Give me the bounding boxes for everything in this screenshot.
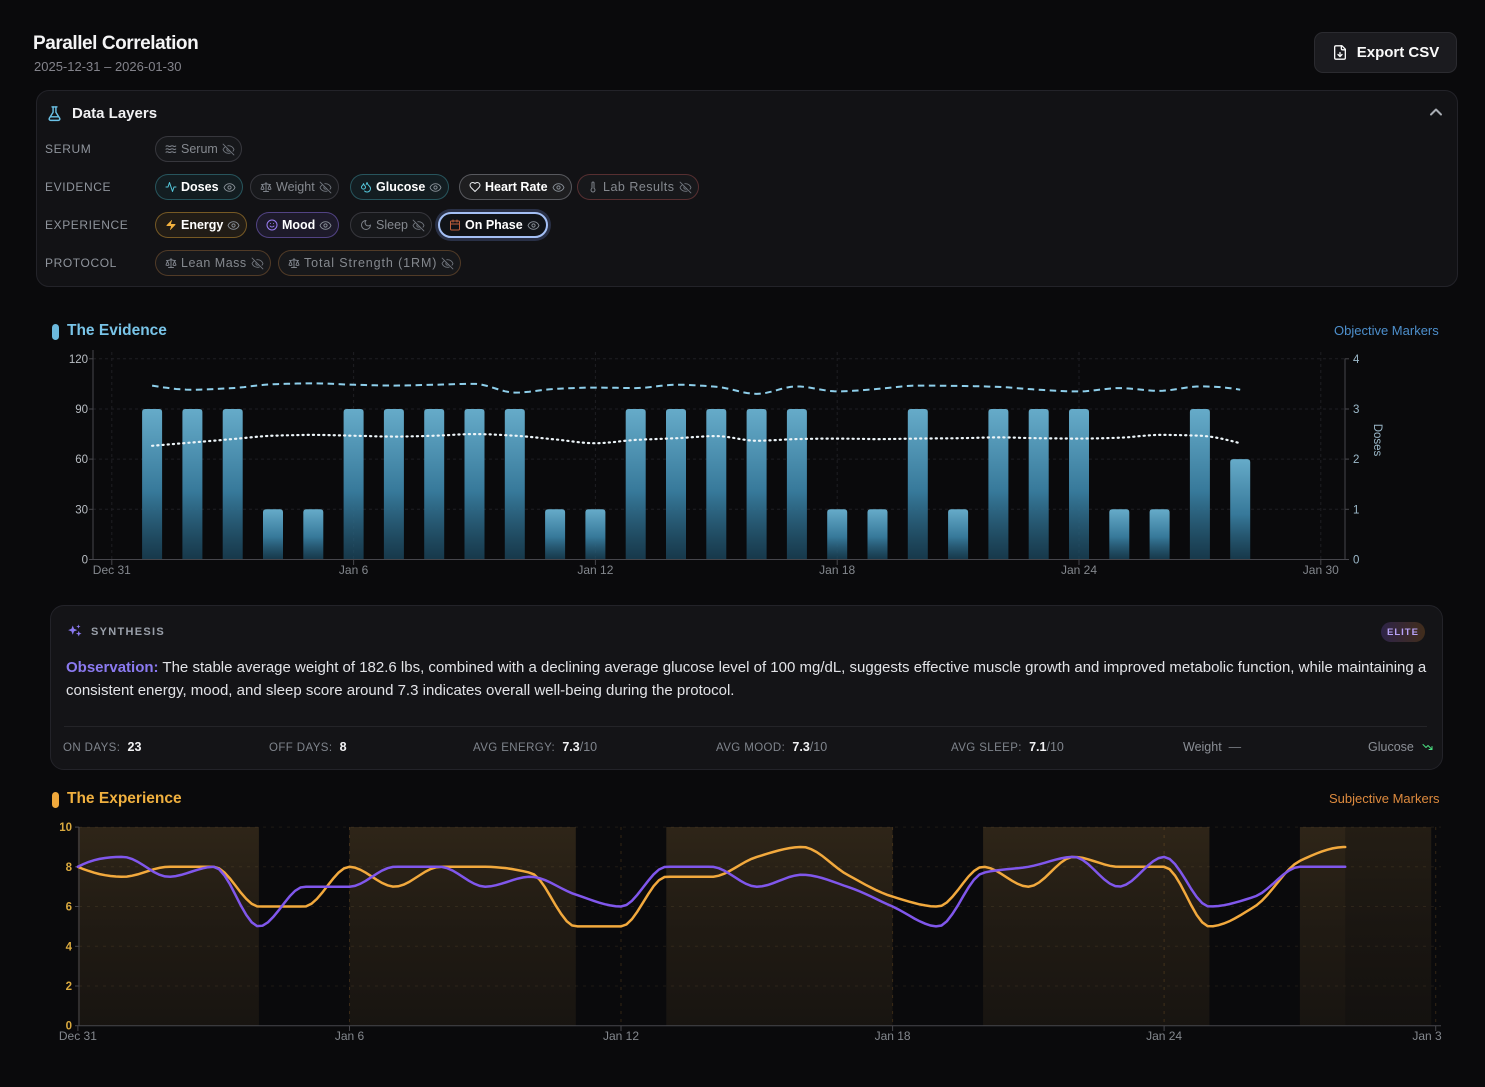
svg-text:Jan 18: Jan 18 [819, 563, 855, 577]
svg-text:0: 0 [1353, 555, 1359, 567]
svg-text:4: 4 [66, 941, 73, 953]
svg-text:Jan 18: Jan 18 [875, 1029, 911, 1043]
svg-text:120: 120 [69, 354, 88, 366]
svg-text:Dec 31: Dec 31 [93, 563, 131, 577]
svg-text:2: 2 [1353, 454, 1359, 466]
svg-text:Jan 3: Jan 3 [1412, 1029, 1442, 1043]
svg-text:4: 4 [1353, 354, 1360, 366]
svg-text:1: 1 [1353, 504, 1359, 516]
svg-text:Jan 24: Jan 24 [1061, 563, 1097, 577]
svg-text:10: 10 [59, 822, 72, 834]
svg-text:Jan 6: Jan 6 [335, 1029, 365, 1043]
svg-text:Dec 31: Dec 31 [59, 1029, 97, 1043]
svg-text:Jan 12: Jan 12 [577, 563, 613, 577]
svg-text:Jan 12: Jan 12 [603, 1029, 639, 1043]
svg-text:Doses: Doses [1371, 424, 1383, 457]
svg-text:60: 60 [75, 454, 88, 466]
svg-text:Jan 30: Jan 30 [1303, 563, 1339, 577]
svg-text:6: 6 [66, 902, 72, 914]
svg-text:30: 30 [75, 504, 88, 516]
svg-text:3: 3 [1353, 404, 1359, 416]
svg-text:Jan 6: Jan 6 [339, 563, 369, 577]
svg-text:Jan 24: Jan 24 [1146, 1029, 1182, 1043]
svg-text:2: 2 [66, 981, 72, 993]
svg-text:0: 0 [82, 555, 88, 567]
svg-text:90: 90 [75, 404, 88, 416]
svg-text:8: 8 [66, 862, 73, 874]
